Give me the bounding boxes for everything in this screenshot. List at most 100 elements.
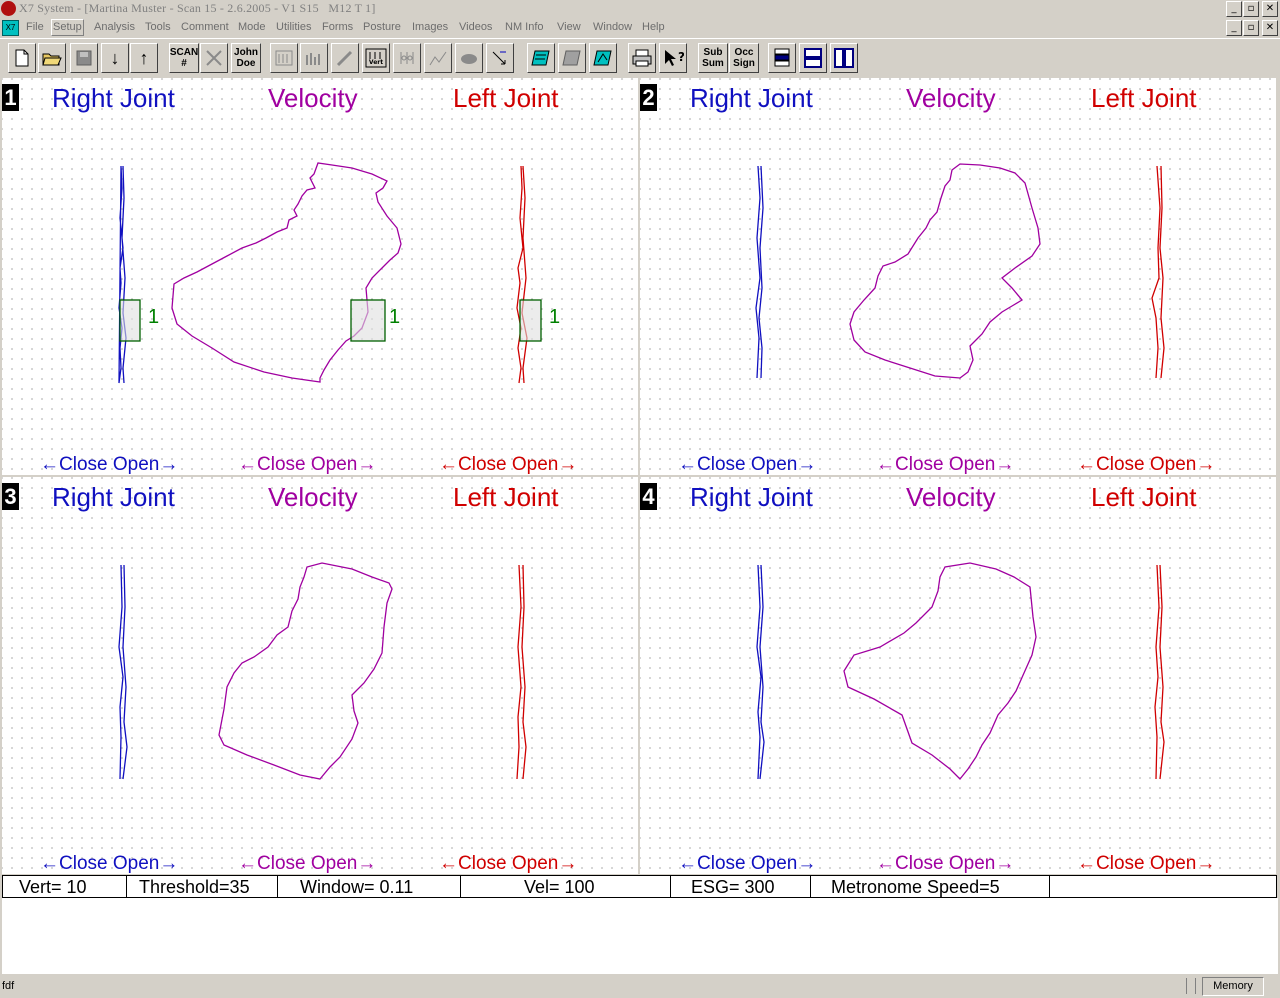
status-bar: fdf Memory [0,976,1280,998]
open-folder-icon[interactable] [38,43,66,73]
layout-c-icon[interactable] [830,43,858,73]
save-icon[interactable] [70,43,98,73]
window-value: Window= 0.11 [278,876,461,897]
velocity-caption: ←Close Open→ [876,853,1015,874]
vert-button-label: Vert [369,59,383,66]
menu-file[interactable]: File [26,18,44,37]
velocity-caption: ←Close Open→ [238,454,377,475]
right-joint-trace [118,165,127,384]
menu-forms[interactable]: Forms [322,18,353,37]
velocity-trace [171,162,402,383]
restore-button[interactable]: ▫ [1243,1,1259,17]
vert-button[interactable]: Vert [362,43,390,73]
traces-2 [755,163,1165,379]
new-icon[interactable] [8,43,36,73]
status-separator [1186,978,1196,994]
menu-help[interactable]: Help [642,18,665,37]
marker-label-velocity: 1 [389,306,400,328]
left-joint-caption: ←Close Open→ [1077,454,1216,475]
velocity-trace [849,163,1041,379]
arrow-up-icon[interactable]: ↑ [130,43,158,73]
toolbar: ↓ ↑ SCAN # John Doe Vert ? Sub Sum [0,38,1280,77]
parameter-status-row: Vert= 10 Threshold=35 Window= 0.11 Vel= … [2,875,1277,898]
menu-nm-info[interactable]: NM Info [505,18,544,37]
menu-mode[interactable]: Mode [238,18,266,37]
menu-bar: X7 File Setup Analysis Tools Comment Mod… [0,18,1280,37]
patient-button[interactable]: John Doe [231,43,261,73]
marker-box-left[interactable] [519,299,542,342]
right-joint-trace [756,564,765,780]
menu-utilities[interactable]: Utilities [276,18,311,37]
layout-a-icon[interactable] [768,43,796,73]
menu-posture[interactable]: Posture [363,18,401,37]
menu-setup[interactable]: Setup [51,19,84,36]
print-icon[interactable] [628,43,656,73]
velocity-trace [218,562,393,780]
layout-b-icon[interactable] [799,43,827,73]
traces-4 [756,562,1165,780]
right-joint-caption: ←Close Open→ [40,853,179,874]
velocity-caption: ←Close Open→ [238,853,377,874]
chart-d-icon[interactable] [424,43,452,73]
left-joint-trace [516,564,527,780]
chart-f-icon[interactable] [486,43,514,73]
chart-b-icon[interactable] [300,43,328,73]
help-pointer-icon[interactable]: ? [659,43,687,73]
mdi-restore-button[interactable]: ▫ [1243,20,1259,36]
scan-button[interactable]: SCAN # [169,43,199,73]
traces-1: 1 1 1 [118,162,560,384]
svg-text:?: ? [678,50,684,64]
window-controls: _ ▫ ✕ [1226,1,1278,17]
right-joint-caption: ←Close Open→ [40,454,179,475]
marker-box-velocity[interactable] [350,299,386,342]
chart-e-icon[interactable] [455,43,483,73]
left-joint-caption: ←Close Open→ [439,853,578,874]
app-icon[interactable] [1,1,16,16]
velocity-trace [843,562,1037,780]
right-joint-caption: ←Close Open→ [678,853,817,874]
menu-comment[interactable]: Comment [181,18,229,37]
traces-3 [118,562,527,780]
chart-a-icon[interactable] [270,43,298,73]
mdi-minimize-button[interactable]: _ [1226,20,1242,36]
mdi-child-icon[interactable]: X7 [2,20,19,36]
menu-analysis[interactable]: Analysis [94,18,135,37]
status-text: fdf [2,980,15,992]
marker-label-left: 1 [549,306,560,328]
close-button[interactable]: ✕ [1262,1,1278,17]
left-joint-caption: ←Close Open→ [439,454,578,475]
menu-view[interactable]: View [557,18,581,37]
marker-box-right[interactable] [119,299,141,342]
chart-c-icon[interactable] [393,43,421,73]
scan-panel-4[interactable]: 4 Right Joint Velocity Left Joint ←Close… [640,477,1276,874]
memory-indicator: Memory [1202,977,1264,996]
view-c-icon[interactable] [589,43,617,73]
minimize-button[interactable]: _ [1226,1,1242,17]
right-joint-trace [755,165,764,379]
left-joint-trace [516,165,528,384]
tools-icon[interactable] [200,43,228,73]
menu-window[interactable]: Window [593,18,632,37]
threshold-value: Threshold=35 [127,876,278,897]
sub-sum-button[interactable]: Sub Sum [698,43,728,73]
view-b-icon[interactable] [558,43,586,73]
mdi-close-button[interactable]: ✕ [1262,20,1278,36]
notes-area[interactable] [2,898,1278,974]
marker-label-right: 1 [148,306,159,328]
arrow-down-icon[interactable]: ↓ [101,43,129,73]
metronome-speed-value: Metronome Speed=5 [811,876,1050,897]
scan-panel-2[interactable]: 2 Right Joint Velocity Left Joint ←Close… [640,78,1276,475]
menu-videos[interactable]: Videos [459,18,492,37]
scan-panel-3[interactable]: 3 Right Joint Velocity Left Joint ←Close… [2,477,638,874]
scan-panel-1[interactable]: 1 Right Joint Velocity Left Joint 1 1 1 … [2,78,638,475]
pen-icon[interactable] [331,43,359,73]
view-a-icon[interactable] [527,43,555,73]
occ-sign-button[interactable]: Occ Sign [729,43,759,73]
status-empty-cell [1050,876,1276,897]
left-joint-trace [1151,165,1165,379]
left-joint-trace [1154,564,1165,780]
menu-images[interactable]: Images [412,18,448,37]
vert-value: Vert= 10 [3,876,127,897]
menu-tools[interactable]: Tools [145,18,171,37]
title-bar: X7 System - [Martina Muster - Scan 15 - … [0,0,1280,17]
